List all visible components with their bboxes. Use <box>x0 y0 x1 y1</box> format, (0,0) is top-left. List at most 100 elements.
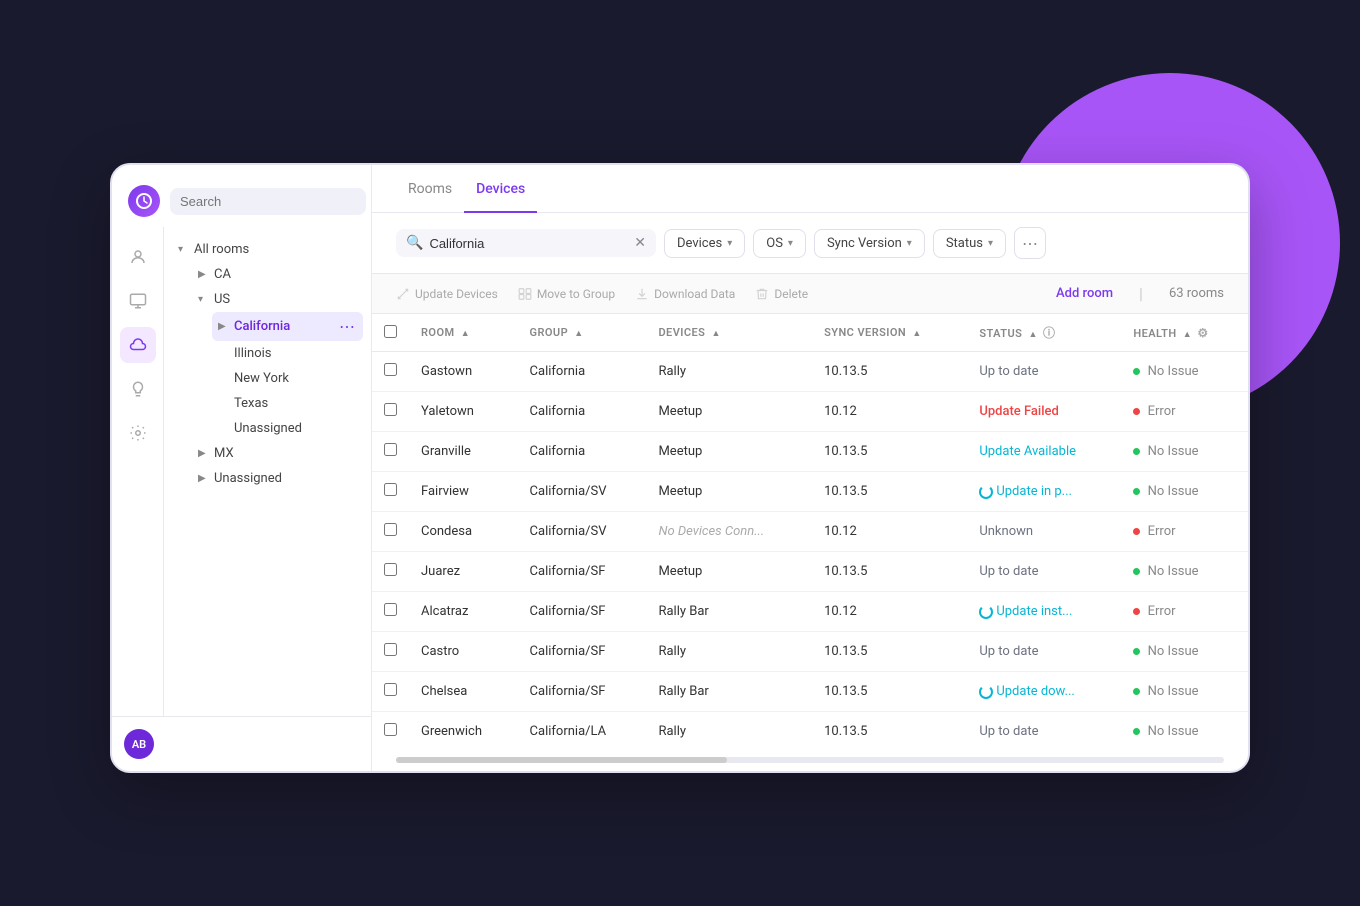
header-room[interactable]: ROOM ▲ <box>409 314 518 352</box>
room-name-cell: Chelsea <box>409 672 518 712</box>
more-options-button[interactable]: ⋯ <box>1014 227 1046 259</box>
health-dot-4 <box>1133 528 1140 535</box>
sidebar-item-illinois[interactable]: Illinois <box>212 341 363 366</box>
loading-icon <box>979 685 993 699</box>
row-checkbox-6[interactable] <box>384 603 397 616</box>
header-sync-version[interactable]: SYNC VERSION ▲ <box>812 314 967 352</box>
loading-icon <box>979 605 993 619</box>
devices-col: Meetup <box>646 392 812 432</box>
devices-col: Meetup <box>646 432 812 472</box>
status-filter-chevron: ▾ <box>988 238 993 249</box>
row-checkbox-2[interactable] <box>384 443 397 456</box>
california-options-icon[interactable]: ⋯ <box>337 317 357 336</box>
room-search-input[interactable] <box>429 236 628 251</box>
health-col: No Issue <box>1121 552 1248 592</box>
tab-rooms[interactable]: Rooms <box>396 165 464 213</box>
header-health[interactable]: HEALTH ▲ ⚙ <box>1121 314 1248 352</box>
group-cell: California <box>518 352 647 392</box>
sidebar-item-unassigned-us[interactable]: Unassigned <box>212 416 363 441</box>
health-text-2: No Issue <box>1148 444 1199 459</box>
row-checkbox-8[interactable] <box>384 683 397 696</box>
add-room-link[interactable]: Add room <box>1056 286 1113 301</box>
sidebar-item-unassigned[interactable]: ▶ Unassigned <box>192 466 363 491</box>
scrollbar-thumb[interactable] <box>396 757 727 763</box>
all-rooms-item[interactable]: ▾ All rooms <box>172 237 363 262</box>
california-arrow: ▶ <box>218 321 230 332</box>
horizontal-scrollbar[interactable] <box>396 757 1224 763</box>
row-checkbox-col <box>372 432 409 472</box>
tree-root-children: ▶ CA ▾ US ▶ California ⋯ <box>172 262 363 491</box>
group-cell: California/SV <box>518 512 647 552</box>
status-col: Update Available <box>967 432 1121 472</box>
table-row: Juarez California/SF Meetup 10.13.5 Up t… <box>372 552 1248 592</box>
california-label: California <box>234 319 333 334</box>
select-all-checkbox[interactable] <box>384 325 397 338</box>
unassigned-us-label: Unassigned <box>234 421 357 436</box>
cloud-nav-icon[interactable] <box>120 327 156 363</box>
bulb-nav-icon[interactable] <box>120 371 156 407</box>
table-row: Granville California Meetup 10.13.5 Upda… <box>372 432 1248 472</box>
row-checkbox-4[interactable] <box>384 523 397 536</box>
settings-nav-icon[interactable] <box>120 415 156 451</box>
health-text-8: No Issue <box>1148 684 1199 699</box>
sidebar-item-california[interactable]: ▶ California ⋯ <box>212 312 363 341</box>
status-col: Update dow... <box>967 672 1121 712</box>
download-data-button[interactable]: Download Data <box>635 287 735 301</box>
display-nav-icon[interactable] <box>120 283 156 319</box>
row-checkbox-9[interactable] <box>384 723 397 736</box>
room-name-cell: Granville <box>409 432 518 472</box>
devices-cell: Meetup <box>658 484 702 499</box>
row-checkbox-3[interactable] <box>384 483 397 496</box>
devices-col: Meetup <box>646 472 812 512</box>
devices-cell: Rally <box>658 364 686 379</box>
mx-arrow: ▶ <box>198 448 210 459</box>
app-window: ▾ All rooms ▶ CA ▾ US <box>110 163 1250 773</box>
users-nav-icon[interactable] <box>120 239 156 275</box>
devices-cell: Rally <box>658 724 686 739</box>
sync-version-filter-button[interactable]: Sync Version ▾ <box>814 229 925 258</box>
unassigned-label: Unassigned <box>214 471 357 486</box>
row-checkbox-0[interactable] <box>384 363 397 376</box>
health-text-1: Error <box>1148 404 1176 419</box>
devices-cell: Rally Bar <box>658 604 708 619</box>
devices-cell: Meetup <box>658 404 702 419</box>
move-to-group-button[interactable]: Move to Group <box>518 287 615 301</box>
row-checkbox-col <box>372 592 409 632</box>
unassigned-arrow: ▶ <box>198 473 210 484</box>
devices-filter-button[interactable]: Devices ▾ <box>664 229 745 258</box>
sidebar-item-mx[interactable]: ▶ MX <box>192 441 363 466</box>
row-checkbox-1[interactable] <box>384 403 397 416</box>
global-search-input[interactable] <box>170 188 366 215</box>
group-cell: California/LA <box>518 712 647 750</box>
delete-button[interactable]: Delete <box>755 287 808 301</box>
sidebar-item-ca[interactable]: ▶ CA <box>192 262 363 287</box>
row-checkbox-7[interactable] <box>384 643 397 656</box>
room-name-cell: Juarez <box>409 552 518 592</box>
os-filter-button[interactable]: OS ▾ <box>753 229 806 258</box>
sidebar-item-us[interactable]: ▾ US <box>192 287 363 312</box>
search-clear-button[interactable]: ✕ <box>634 235 646 251</box>
group-sort-icon: ▲ <box>574 329 583 339</box>
sidebar-item-texas[interactable]: Texas <box>212 391 363 416</box>
sync-version-cell: 10.12 <box>812 512 967 552</box>
sync-sort-icon: ▲ <box>912 329 921 339</box>
status-cell: Update inst... <box>996 604 1072 619</box>
row-checkbox-5[interactable] <box>384 563 397 576</box>
group-cell: California/SV <box>518 472 647 512</box>
tab-devices[interactable]: Devices <box>464 165 537 213</box>
health-dot-1 <box>1133 408 1140 415</box>
header-group[interactable]: GROUP ▲ <box>518 314 647 352</box>
update-devices-button[interactable]: Update Devices <box>396 287 498 301</box>
health-col: Error <box>1121 512 1248 552</box>
all-rooms-label: All rooms <box>194 242 357 257</box>
room-name-cell: Condesa <box>409 512 518 552</box>
group-cell: California <box>518 432 647 472</box>
sidebar-bottom: AB <box>112 716 371 771</box>
sync-version-cell: 10.12 <box>812 392 967 432</box>
header-devices[interactable]: DEVICES ▲ <box>646 314 812 352</box>
header-status[interactable]: STATUS ▲ ⓘ <box>967 314 1121 352</box>
rooms-table-container[interactable]: ROOM ▲ GROUP ▲ DEVICES ▲ SYNC VERSION ▲ … <box>372 314 1248 749</box>
sidebar-item-newyork[interactable]: New York <box>212 366 363 391</box>
status-filter-button[interactable]: Status ▾ <box>933 229 1006 258</box>
user-avatar[interactable]: AB <box>124 729 154 759</box>
